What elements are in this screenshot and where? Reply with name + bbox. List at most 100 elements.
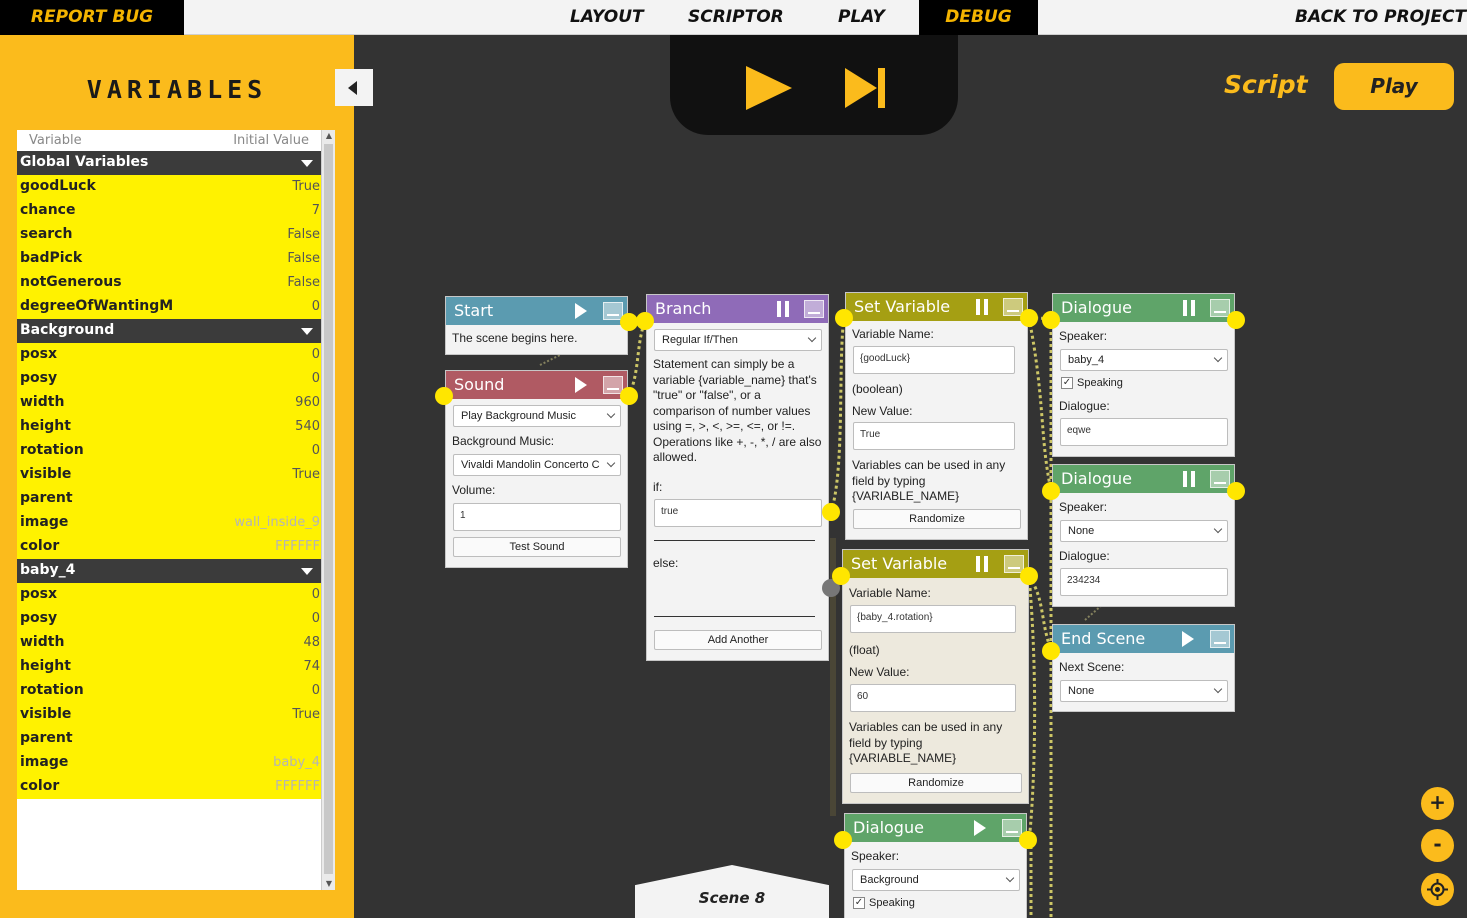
variable-name-input[interactable]: {goodLuck} bbox=[853, 346, 1015, 374]
input-port[interactable] bbox=[1042, 482, 1060, 500]
speaking-checkbox[interactable]: ✓ bbox=[1061, 377, 1073, 389]
dialogue-input[interactable]: eqwe bbox=[1060, 418, 1228, 446]
branch-description: Statement can simply be a variable {vari… bbox=[653, 357, 822, 464]
input-port[interactable] bbox=[435, 387, 453, 405]
zoom-in-button[interactable]: + bbox=[1421, 787, 1454, 820]
speaker-select[interactable]: baby_4 bbox=[1060, 349, 1228, 371]
minimize-icon[interactable] bbox=[1210, 299, 1230, 317]
output-port[interactable] bbox=[1020, 567, 1038, 585]
field-label: Next Scene: bbox=[1059, 660, 1125, 674]
field-label: Dialogue: bbox=[1059, 399, 1110, 413]
set-variable-node-selected[interactable]: Set Variable Variable Name: {baby_4.rota… bbox=[842, 549, 1029, 804]
field-label: Dialogue: bbox=[1059, 549, 1110, 563]
pause-icon[interactable] bbox=[777, 301, 789, 317]
input-port[interactable] bbox=[1042, 642, 1060, 660]
output-port[interactable] bbox=[822, 503, 840, 521]
pause-icon[interactable] bbox=[976, 556, 988, 572]
dialogue-node[interactable]: Dialogue Speaker: None Dialogue: 234234 bbox=[1052, 464, 1235, 607]
node-description: The scene begins here. bbox=[452, 331, 578, 345]
input-port[interactable] bbox=[1042, 311, 1060, 329]
output-port[interactable] bbox=[1020, 309, 1038, 327]
zoom-out-button[interactable]: - bbox=[1421, 829, 1454, 862]
dialogue-node[interactable]: Dialogue Speaker: baby_4 ✓ Speaking Dial… bbox=[1052, 293, 1235, 457]
dialogue-node[interactable]: Dialogue Speaker: Background ✓ Speaking bbox=[844, 813, 1027, 918]
background-music-select[interactable]: Vivaldi Mandolin Concerto C bbox=[453, 454, 621, 476]
output-port[interactable] bbox=[1227, 482, 1245, 500]
play-icon[interactable] bbox=[575, 303, 587, 319]
node-header[interactable]: Dialogue bbox=[1053, 294, 1234, 322]
set-variable-node[interactable]: Set Variable Variable Name: {goodLuck} (… bbox=[845, 292, 1028, 540]
if-condition-input[interactable]: true bbox=[654, 499, 822, 527]
recenter-button[interactable] bbox=[1421, 873, 1454, 906]
variable-type: (boolean) bbox=[852, 382, 903, 396]
node-title: Sound bbox=[454, 375, 505, 394]
speaking-label: Speaking bbox=[869, 897, 915, 909]
select-value: Vivaldi Mandolin Concerto C bbox=[461, 459, 600, 471]
input-port[interactable] bbox=[636, 312, 654, 330]
node-title: Dialogue bbox=[1061, 469, 1132, 488]
variable-type: (float) bbox=[849, 643, 880, 657]
pause-icon[interactable] bbox=[1183, 300, 1195, 316]
minimize-icon[interactable] bbox=[1210, 630, 1230, 648]
minimize-icon[interactable] bbox=[804, 300, 824, 318]
node-header[interactable]: End Scene bbox=[1053, 625, 1234, 653]
speaker-select[interactable]: None bbox=[1060, 520, 1228, 542]
play-icon[interactable] bbox=[1182, 631, 1194, 647]
field-label: Speaker: bbox=[1059, 500, 1108, 514]
node-header[interactable]: Branch bbox=[647, 295, 828, 323]
output-port[interactable] bbox=[1019, 831, 1037, 849]
minimize-icon[interactable] bbox=[1002, 819, 1022, 837]
chevron-down-icon bbox=[1005, 873, 1015, 883]
node-title: Dialogue bbox=[853, 818, 924, 837]
node-header[interactable]: Dialogue bbox=[1053, 465, 1234, 493]
select-value: Play Background Music bbox=[461, 410, 576, 422]
randomize-button[interactable]: Randomize bbox=[850, 773, 1022, 793]
start-node[interactable]: Start The scene begins here. bbox=[445, 296, 628, 355]
sound-node[interactable]: Sound Play Background Music Background M… bbox=[445, 370, 628, 568]
speaking-checkbox[interactable]: ✓ bbox=[853, 897, 865, 909]
divider bbox=[654, 540, 815, 541]
output-port[interactable] bbox=[620, 387, 638, 405]
chevron-down-icon bbox=[1213, 353, 1223, 363]
variable-hint: Variables can be used in any field by ty… bbox=[852, 458, 1006, 503]
sound-action-select[interactable]: Play Background Music bbox=[453, 405, 621, 427]
pause-icon[interactable] bbox=[1183, 471, 1195, 487]
randomize-button[interactable]: Randomize bbox=[853, 509, 1021, 529]
field-label: Speaker: bbox=[1059, 329, 1108, 343]
volume-input[interactable]: 1 bbox=[453, 503, 621, 531]
input-port[interactable] bbox=[834, 831, 852, 849]
new-value-input[interactable]: True bbox=[853, 422, 1015, 450]
field-label: Variable Name: bbox=[852, 327, 934, 341]
input-port[interactable] bbox=[835, 309, 853, 327]
pause-icon[interactable] bbox=[976, 299, 988, 315]
chevron-down-icon bbox=[606, 409, 616, 419]
node-header[interactable]: Dialogue bbox=[845, 814, 1026, 842]
node-header[interactable]: Set Variable bbox=[846, 293, 1027, 321]
next-scene-select[interactable]: None bbox=[1060, 680, 1228, 702]
chevron-down-icon bbox=[1213, 684, 1223, 694]
end-scene-node[interactable]: End Scene Next Scene: None bbox=[1052, 624, 1235, 712]
variable-hint: Variables can be used in any field by ty… bbox=[849, 720, 1003, 765]
branch-mode-select[interactable]: Regular If/Then bbox=[654, 329, 822, 351]
speaker-select[interactable]: Background bbox=[852, 869, 1020, 891]
input-port[interactable] bbox=[832, 567, 850, 585]
add-another-button[interactable]: Add Another bbox=[654, 630, 822, 650]
node-header[interactable]: Sound bbox=[446, 371, 627, 399]
variable-name-input[interactable]: {baby_4.rotation} bbox=[850, 605, 1016, 633]
dialogue-input[interactable]: 234234 bbox=[1060, 568, 1228, 596]
branch-node[interactable]: Branch Regular If/Then Statement can sim… bbox=[646, 294, 829, 661]
connector-line bbox=[829, 317, 846, 513]
node-title: Set Variable bbox=[851, 554, 948, 573]
node-header[interactable]: Set Variable bbox=[843, 550, 1028, 578]
field-label: Variable Name: bbox=[849, 586, 931, 600]
crosshair-icon bbox=[1427, 879, 1448, 900]
test-sound-button[interactable]: Test Sound bbox=[453, 537, 621, 557]
play-icon[interactable] bbox=[575, 377, 587, 393]
new-value-input[interactable]: 60 bbox=[850, 684, 1016, 712]
minimize-icon[interactable] bbox=[1210, 470, 1230, 488]
play-icon[interactable] bbox=[974, 820, 986, 836]
chevron-down-icon bbox=[1213, 524, 1223, 534]
connector-line bbox=[1027, 575, 1037, 841]
node-header[interactable]: Start bbox=[446, 297, 627, 325]
output-port[interactable] bbox=[1227, 311, 1245, 329]
